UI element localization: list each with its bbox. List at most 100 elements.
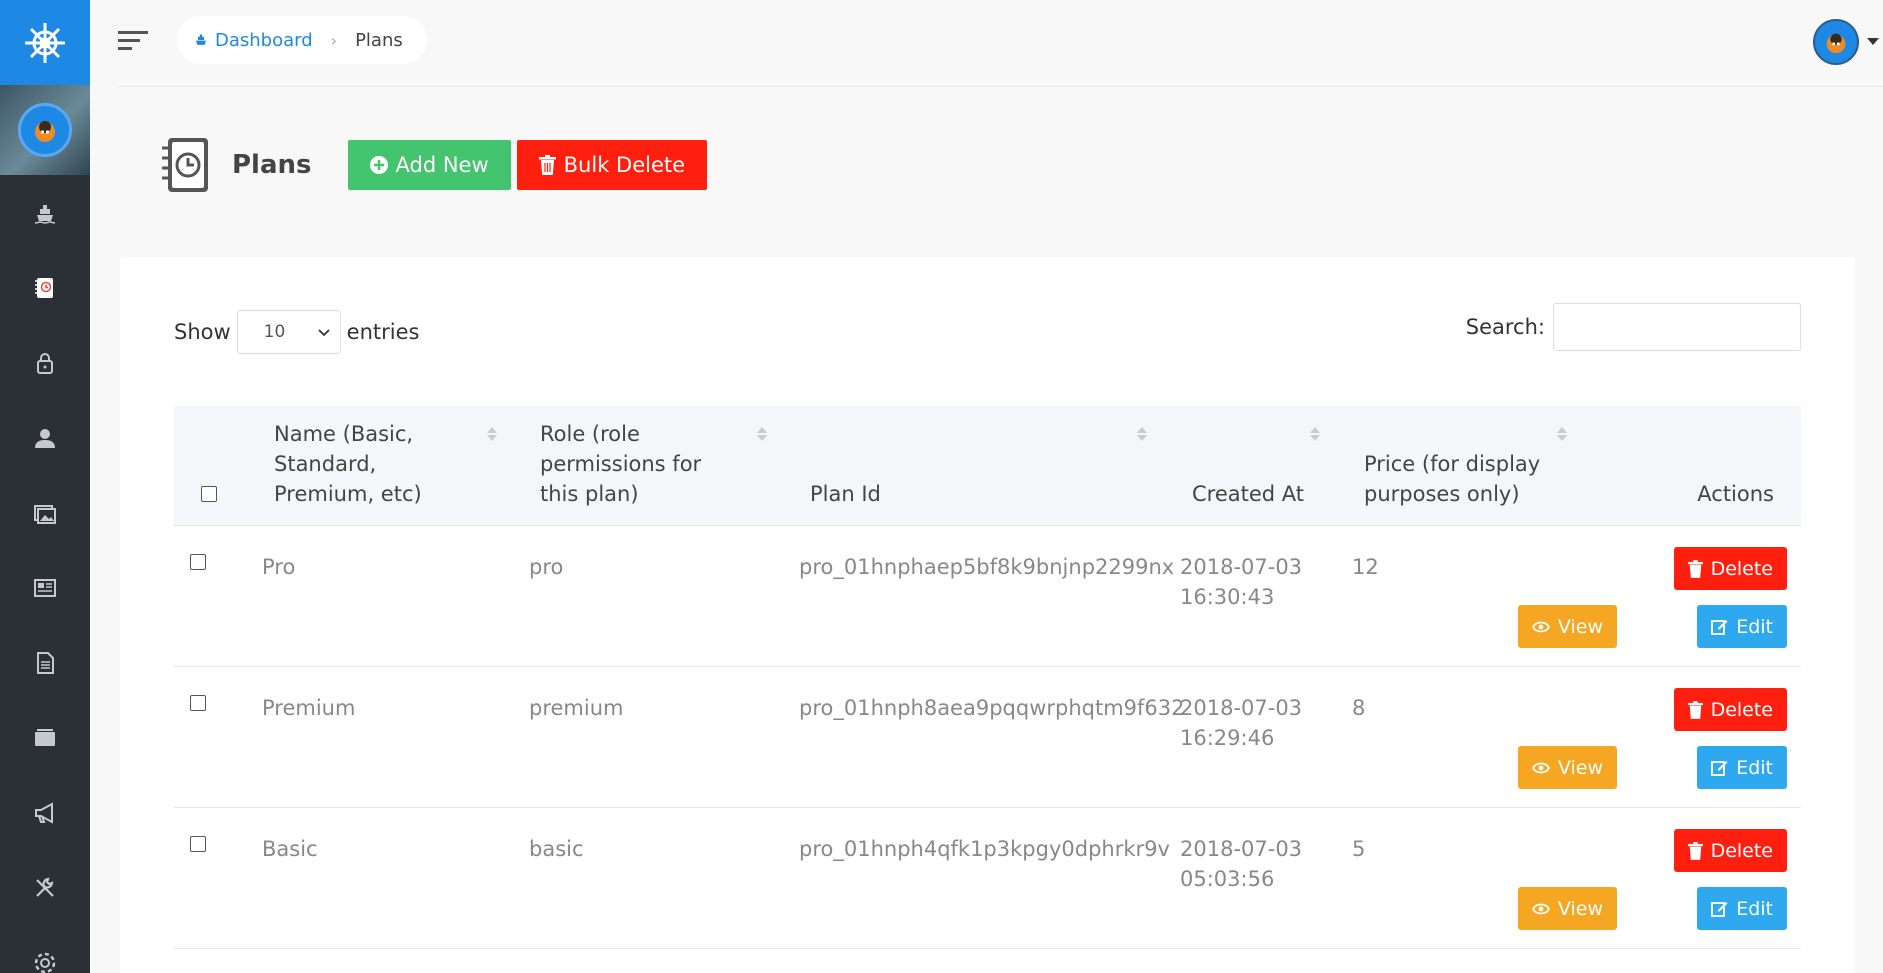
eye-icon [1531,762,1550,773]
column-header-plan-id[interactable]: Plan Id [810,479,881,509]
edit-icon [1711,620,1728,635]
edit-button[interactable]: Edit [1697,887,1787,930]
delete-button[interactable]: Delete [1673,688,1787,731]
cell-plan-id: pro_01hnph8aea9pqqwrphqtm9f632 [799,696,1185,720]
column-header-name[interactable]: Name (Basic, Standard, Premium, etc) [274,419,474,509]
trash-icon [1687,700,1703,719]
cell-name: Pro [262,555,296,579]
sidebar-item-security[interactable] [0,325,90,400]
sort-icon[interactable] [1309,426,1321,442]
breadcrumb-dashboard-label[interactable]: Dashboard [215,30,313,51]
edit-button[interactable]: Edit [1697,746,1787,789]
cell-role: pro [529,555,564,579]
cell-name: Basic [262,837,318,861]
user-menu[interactable] [1813,19,1879,65]
topbar: Dashboard › Plans [90,0,1883,86]
entries-length-control: Show 10 entries [174,310,419,354]
view-label: View [1557,615,1603,638]
entries-label: entries [346,320,420,344]
trash-icon [538,155,556,175]
trash-icon [1687,559,1703,578]
newspaper-icon [34,578,56,597]
page-title: Plans [232,150,312,180]
table-row: Basic basic pro_01hnph4qfk1p3kpgy0dphrkr… [174,808,1801,949]
page-header: Plans Add New Bulk Delete [158,136,708,194]
cell-plan-id: pro_01hnph4qfk1p3kpgy0dphrkr9v [799,837,1170,861]
images-icon [34,504,56,524]
plans-book-icon [162,138,208,192]
row-checkbox[interactable] [190,695,206,711]
plans-icon [35,277,53,298]
cell-created-date: 2018-07-03 [1180,696,1303,720]
folder-icon [35,728,55,746]
table-row: Pro pro pro_01hnphaep5bf8k9bnjnp2299nx 2… [174,526,1801,667]
add-new-button[interactable]: Add New [347,140,511,190]
sidebar-item-posts[interactable] [0,550,90,625]
column-header-created-at[interactable]: Created At [1192,479,1304,509]
sidebar-item-users[interactable] [0,400,90,475]
cell-created-date: 2018-07-03 [1180,555,1303,579]
breadcrumb-separator-icon: › [330,30,338,50]
sidebar-item-tools[interactable] [0,850,90,925]
row-checkbox[interactable] [190,554,206,570]
cell-created-time: 16:30:43 [1180,585,1275,609]
sidebar-item-settings[interactable] [0,925,90,973]
eye-icon [1531,903,1550,914]
ship-icon [34,204,56,224]
entries-select-value: 10 [263,322,286,342]
sidebar-item-plans[interactable] [0,250,90,325]
delete-button[interactable]: Delete [1673,547,1787,590]
column-header-role[interactable]: Role (role permissions for this plan) [540,419,740,509]
user-icon [35,428,55,448]
sort-icon[interactable] [1136,426,1148,442]
view-button[interactable]: View [1517,605,1617,648]
avatar[interactable] [18,103,72,157]
cell-name: Premium [262,696,356,720]
cell-price: 8 [1352,696,1366,720]
table-row: Premium premium pro_01hnph8aea9pqqwrphqt… [174,667,1801,808]
row-checkbox[interactable] [190,836,206,852]
select-all-checkbox[interactable] [201,486,217,502]
ship-wheel-icon [25,22,65,63]
sidebar-item-announcements[interactable] [0,775,90,850]
cell-role: premium [529,696,624,720]
search-control: Search: [1466,303,1801,351]
delete-button[interactable]: Delete [1673,829,1787,872]
trash-icon [1687,841,1703,860]
edit-label: Edit [1736,615,1773,638]
bulk-delete-button[interactable]: Bulk Delete [516,140,708,190]
user-avatar[interactable] [1813,19,1859,65]
view-label: View [1557,756,1603,779]
entries-select[interactable]: 10 [236,310,341,354]
topbar-divider [118,86,1883,87]
sidebar-item-media[interactable] [0,475,90,550]
cell-price: 12 [1352,555,1379,579]
sidebar-item-dashboard[interactable] [0,175,90,250]
lock-icon [37,352,53,374]
edit-label: Edit [1736,756,1773,779]
search-input[interactable] [1553,303,1801,351]
view-button[interactable]: View [1517,746,1617,789]
delete-label: Delete [1710,698,1773,721]
sidebar-item-pages[interactable] [0,625,90,700]
show-label: Show [174,320,231,344]
app-logo[interactable] [0,0,90,85]
ship-icon [196,34,206,45]
search-label: Search: [1465,315,1545,339]
sidebar-profile[interactable] [0,85,90,175]
view-button[interactable]: View [1517,887,1617,930]
edit-button[interactable]: Edit [1697,605,1787,648]
sort-icon[interactable] [756,426,768,442]
mascot-icon [35,121,55,142]
eye-icon [1531,621,1550,632]
caret-down-icon[interactable] [1867,38,1879,46]
breadcrumb: Dashboard › Plans [177,16,427,64]
breadcrumb-dashboard-link[interactable]: Dashboard [193,30,313,51]
plans-table: Name (Basic, Standard, Premium, etc) Rol… [174,406,1801,949]
sort-icon[interactable] [1556,426,1568,442]
sort-icon[interactable] [486,426,498,442]
column-header-price[interactable]: Price (for display purposes only) [1364,449,1554,509]
sidebar-item-categories[interactable] [0,700,90,775]
mascot-icon [1826,33,1846,54]
menu-toggle-icon[interactable] [118,28,150,54]
